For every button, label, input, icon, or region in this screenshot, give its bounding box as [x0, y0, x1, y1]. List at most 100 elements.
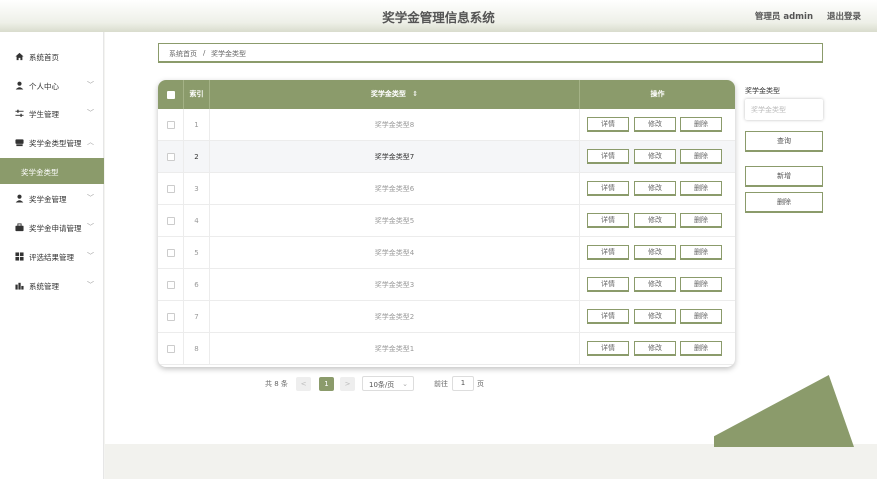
delete-button[interactable]: 删除: [680, 277, 722, 292]
detail-button[interactable]: 详情: [587, 341, 629, 356]
table-row: 3 奖学金类型6 详情 修改 删除: [158, 173, 735, 205]
home-icon: [15, 52, 24, 61]
row-actions: 详情 修改 删除: [580, 237, 735, 269]
detail-button[interactable]: 详情: [587, 309, 629, 324]
row-select-cell: [158, 333, 184, 365]
sliders-icon: [15, 109, 24, 117]
sidebar: 系统首页 个人中心 ﹀ 学生管理 ﹀ 奖学金类型管理 ︿ 奖学金类型 奖学金管理…: [0, 32, 104, 479]
row-index: 3: [184, 173, 210, 205]
page-size-select[interactable]: 10条/页 ⌄: [362, 376, 414, 391]
breadcrumb-current: 奖学金类型: [211, 50, 246, 58]
edit-button[interactable]: 修改: [634, 117, 676, 132]
edit-button[interactable]: 修改: [634, 277, 676, 292]
row-checkbox[interactable]: [167, 345, 175, 353]
chevron-down-icon: ﹀: [87, 281, 94, 289]
row-checkbox[interactable]: [167, 281, 175, 289]
table-header: 索引 奖学金类型 ⇕ 操作: [158, 80, 735, 109]
sidebar-subitem-scholarship-type[interactable]: 奖学金类型: [0, 158, 104, 184]
delete-button[interactable]: 删除: [680, 245, 722, 260]
row-index: 2: [184, 141, 210, 173]
row-checkbox[interactable]: [167, 185, 175, 193]
row-checkbox[interactable]: [167, 249, 175, 257]
row-actions: 详情 修改 删除: [580, 205, 735, 237]
delete-button[interactable]: 删除: [680, 149, 722, 164]
row-index: 5: [184, 237, 210, 269]
sidebar-item-label: 奖学金类型管理: [29, 139, 82, 148]
pagination-total: 共 8 条: [265, 380, 288, 388]
header-type-sortable[interactable]: 奖学金类型 ⇕: [210, 80, 580, 109]
row-actions: 详情 修改 删除: [580, 173, 735, 205]
chevron-down-icon: ⌄: [402, 380, 408, 388]
sidebar-item-label: 系统管理: [29, 282, 59, 291]
row-actions: 详情 修改 删除: [580, 301, 735, 333]
detail-button[interactable]: 详情: [587, 149, 629, 164]
current-user: 管理员 admin: [754, 12, 813, 22]
sidebar-item-profile[interactable]: 个人中心 ﹀: [0, 76, 104, 96]
row-checkbox[interactable]: [167, 313, 175, 321]
table-row: 4 奖学金类型5 详情 修改 删除: [158, 205, 735, 237]
sidebar-item-label: 评选结果管理: [29, 253, 74, 262]
breadcrumb-home-link[interactable]: 系统首页: [169, 49, 197, 59]
sidebar-item-scholarship-types[interactable]: 奖学金类型管理 ︿: [0, 133, 104, 153]
chevron-up-icon: ︿: [87, 138, 94, 146]
detail-button[interactable]: 详情: [587, 181, 629, 196]
row-type: 奖学金类型5: [210, 205, 580, 237]
delete-button[interactable]: 删除: [680, 213, 722, 228]
edit-button[interactable]: 修改: [634, 245, 676, 260]
grid-icon: [15, 252, 24, 261]
data-table: 索引 奖学金类型 ⇕ 操作 1 奖学金类型8 详情 修改 删除 2 奖学金类型7 详情 修改 删除…: [158, 80, 735, 367]
select-all-checkbox[interactable]: [167, 91, 175, 99]
goto-page-input[interactable]: 1: [452, 376, 474, 391]
search-label: 奖学金类型: [745, 87, 780, 95]
pagination-next-button[interactable]: >: [340, 377, 355, 391]
detail-button[interactable]: 详情: [587, 117, 629, 132]
add-button[interactable]: 新增: [745, 166, 823, 187]
sidebar-item-students[interactable]: 学生管理 ﹀: [0, 104, 104, 124]
detail-button[interactable]: 详情: [587, 277, 629, 292]
row-type: 奖学金类型3: [210, 269, 580, 301]
box-icon: [15, 139, 24, 147]
edit-button[interactable]: 修改: [634, 309, 676, 324]
row-checkbox[interactable]: [167, 153, 175, 161]
edit-button[interactable]: 修改: [634, 213, 676, 228]
chevron-down-icon: ﹀: [87, 109, 94, 117]
breadcrumb-separator: /: [203, 49, 206, 57]
query-button[interactable]: 查询: [745, 131, 823, 152]
sidebar-item-results[interactable]: 评选结果管理 ﹀: [0, 247, 104, 267]
briefcase-icon: [15, 223, 24, 232]
detail-button[interactable]: 详情: [587, 245, 629, 260]
delete-button[interactable]: 删除: [680, 181, 722, 196]
sidebar-item-home[interactable]: 系统首页: [0, 47, 104, 67]
edit-button[interactable]: 修改: [634, 341, 676, 356]
sidebar-item-label: 奖学金申请管理: [29, 224, 82, 233]
row-checkbox[interactable]: [167, 121, 175, 129]
sort-icon: ⇕: [412, 90, 419, 98]
user-icon: [15, 194, 24, 203]
batch-delete-button[interactable]: 删除: [745, 192, 823, 213]
pagination-prev-button[interactable]: <: [296, 377, 311, 391]
row-type: 奖学金类型6: [210, 173, 580, 205]
delete-button[interactable]: 删除: [680, 341, 722, 356]
sidebar-item-scholarships[interactable]: 奖学金管理 ﹀: [0, 189, 104, 209]
edit-button[interactable]: 修改: [634, 149, 676, 164]
header-actions: 操作: [650, 90, 665, 98]
search-input[interactable]: 奖学金类型: [745, 99, 823, 120]
row-index: 1: [184, 109, 210, 141]
delete-button[interactable]: 删除: [680, 117, 722, 132]
sidebar-item-label: 系统首页: [29, 53, 59, 62]
row-checkbox[interactable]: [167, 217, 175, 225]
row-select-cell: [158, 141, 184, 173]
goto-label: 前往: [434, 380, 448, 388]
footer-band: [105, 444, 877, 479]
pagination-page-button[interactable]: 1: [319, 377, 334, 391]
row-actions: 详情 修改 删除: [580, 333, 735, 365]
sidebar-item-applications[interactable]: 奖学金申请管理 ﹀: [0, 218, 104, 238]
sidebar-item-system[interactable]: 系统管理 ﹀: [0, 276, 104, 296]
delete-button[interactable]: 删除: [680, 309, 722, 324]
logout-link[interactable]: 退出登录: [827, 10, 861, 22]
top-header: 奖学金管理信息系统 管理员 admin 退出登录: [0, 0, 877, 32]
chevron-down-icon: ﹀: [87, 194, 94, 202]
detail-button[interactable]: 详情: [587, 213, 629, 228]
edit-button[interactable]: 修改: [634, 181, 676, 196]
row-type: 奖学金类型7: [210, 141, 580, 173]
